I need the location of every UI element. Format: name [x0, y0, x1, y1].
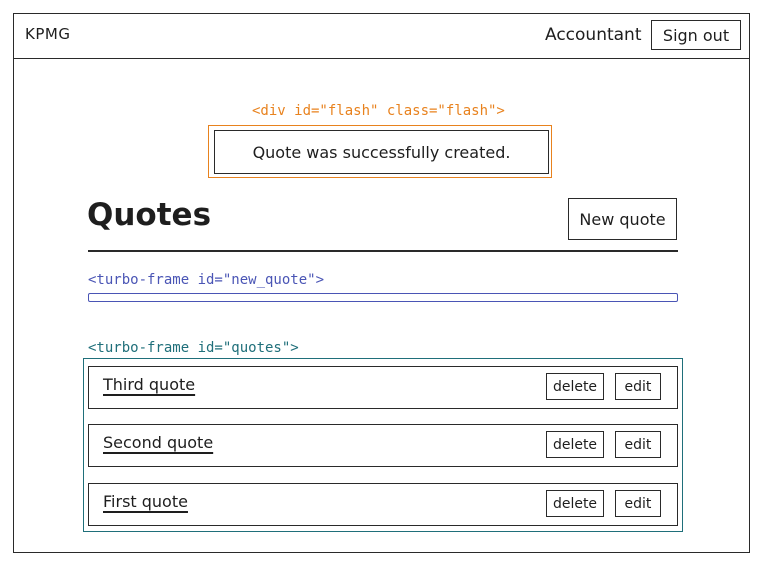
quote-row: Second quote delete edit: [88, 424, 678, 467]
flash-annotation: <div id="flash" class="flash">: [252, 103, 505, 119]
title-divider: [88, 250, 678, 252]
delete-button[interactable]: delete: [546, 431, 604, 458]
quote-link[interactable]: Second quote: [103, 433, 213, 452]
edit-button[interactable]: edit: [615, 373, 661, 400]
sign-out-button[interactable]: Sign out: [651, 20, 741, 50]
quotes-frame-annotation: <turbo-frame id="quotes">: [88, 340, 299, 356]
brand-logo[interactable]: KPMG: [25, 25, 70, 43]
quote-row: First quote delete edit: [88, 483, 678, 526]
quote-row: Third quote delete edit: [88, 366, 678, 409]
edit-button[interactable]: edit: [615, 431, 661, 458]
delete-button[interactable]: delete: [546, 490, 604, 517]
quote-link[interactable]: Third quote: [103, 375, 195, 394]
delete-button[interactable]: delete: [546, 373, 604, 400]
page-title: Quotes: [87, 197, 212, 233]
quote-link[interactable]: First quote: [103, 492, 188, 511]
edit-button[interactable]: edit: [615, 490, 661, 517]
new-quote-turbo-frame: [88, 293, 678, 302]
user-role: Accountant: [545, 25, 642, 45]
flash-message: Quote was successfully created.: [214, 130, 549, 174]
new-quote-button[interactable]: New quote: [568, 198, 677, 240]
new-quote-frame-annotation: <turbo-frame id="new_quote">: [88, 272, 325, 288]
